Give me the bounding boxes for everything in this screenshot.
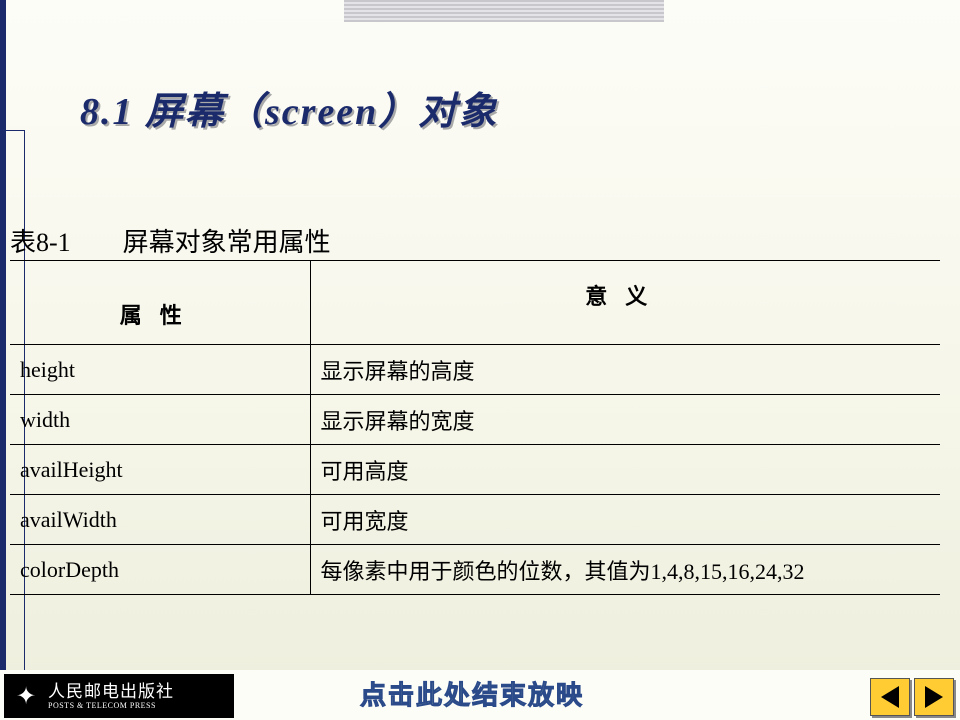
next-button[interactable] xyxy=(914,678,954,716)
table-caption: 表8-1 屏幕对象常用属性 xyxy=(10,222,331,259)
table-row: availHeight可用高度 xyxy=(10,445,940,495)
decorative-rail xyxy=(0,0,6,720)
cell-meaning: 每像素中用于颜色的位数，其值为1,4,8,15,16,24,32 xyxy=(310,545,940,595)
cell-prop: width xyxy=(10,395,310,445)
footer: ✦ 人民邮电出版社 POSTS & TELECOM PRESS 点击此处结束放映 xyxy=(0,670,960,720)
slide-title: 8.1 屏幕（screen）对象 8.1 屏幕（screen）对象 xyxy=(80,80,498,135)
decorative-line xyxy=(6,130,24,131)
cell-prop: availWidth xyxy=(10,495,310,545)
publisher-badge: ✦ 人民邮电出版社 POSTS & TELECOM PRESS xyxy=(4,674,234,718)
publisher-name-cn: 人民邮电出版社 xyxy=(48,682,174,702)
cell-meaning: 可用高度 xyxy=(310,445,940,495)
cell-prop: height xyxy=(10,345,310,395)
decorative-stripe xyxy=(344,0,664,22)
cell-prop: availHeight xyxy=(10,445,310,495)
table-row: width显示屏幕的宽度 xyxy=(10,395,940,445)
properties-table: 属性 意义 height显示屏幕的高度 width显示屏幕的宽度 availHe… xyxy=(10,260,940,595)
nav-buttons xyxy=(870,678,954,716)
cell-meaning: 可用宽度 xyxy=(310,495,940,545)
prev-button[interactable] xyxy=(870,678,910,716)
cell-meaning: 显示屏幕的宽度 xyxy=(310,395,940,445)
header-meaning: 意义 xyxy=(310,261,940,345)
table-row: availWidth可用宽度 xyxy=(10,495,940,545)
header-property: 属性 xyxy=(10,261,310,345)
table-row: height显示屏幕的高度 xyxy=(10,345,940,395)
arrow-left-icon xyxy=(881,686,899,708)
publisher-name-en: POSTS & TELECOM PRESS xyxy=(48,701,174,710)
cell-prop: colorDepth xyxy=(10,545,310,595)
table-row: colorDepth每像素中用于颜色的位数，其值为1,4,8,15,16,24,… xyxy=(10,545,940,595)
publisher-logo-icon: ✦ xyxy=(4,674,48,718)
arrow-right-icon xyxy=(925,686,943,708)
cell-meaning: 显示屏幕的高度 xyxy=(310,345,940,395)
table-header-row: 属性 意义 xyxy=(10,261,940,345)
end-slideshow-link[interactable]: 点击此处结束放映 xyxy=(360,675,584,712)
